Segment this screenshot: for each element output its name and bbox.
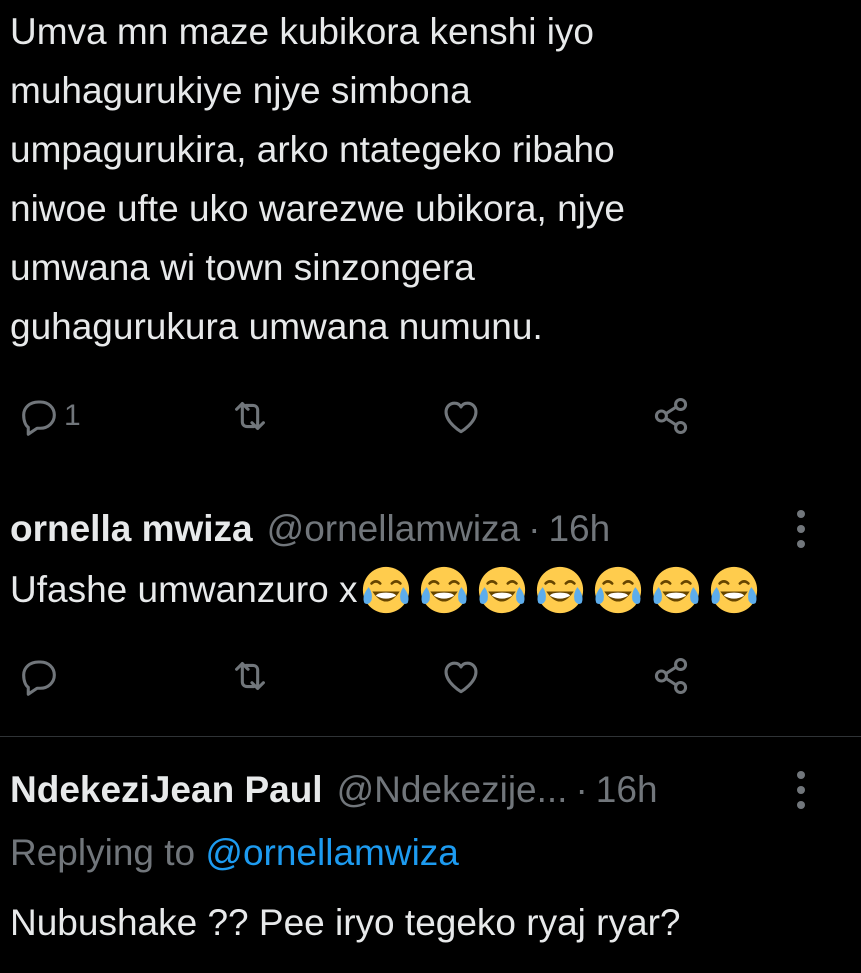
user-handle[interactable]: @Ndekezije...: [337, 769, 568, 811]
user-handle[interactable]: @ornellamwiza: [267, 508, 520, 550]
retweet-button[interactable]: [227, 646, 273, 706]
like-button[interactable]: [438, 386, 484, 446]
reply-button[interactable]: [16, 646, 62, 706]
more-options-icon[interactable]: [786, 504, 816, 554]
replying-to: Replying to @ornellamwiza: [10, 832, 459, 874]
like-icon: [444, 661, 478, 694]
tears-of-joy-emoji-icon: [594, 566, 641, 613]
tweet-text: Nubushake ?? Pee iryo tegeko ryaj ryar?: [10, 902, 681, 943]
tweet-text: Umva mn maze kubikora kenshi iyo muhagur…: [10, 11, 625, 347]
tweet-text: Ufashe umwanzuro x: [10, 569, 358, 610]
tears-of-joy-emoji-icon: [362, 566, 409, 613]
timestamp[interactable]: 16h: [548, 508, 610, 550]
separator-dot: ·: [575, 769, 588, 810]
timestamp[interactable]: 16h: [596, 769, 658, 811]
share-button[interactable]: [648, 646, 694, 706]
reply-button[interactable]: 1: [16, 386, 81, 446]
like-icon: [444, 401, 478, 434]
retweet-button[interactable]: [227, 386, 273, 446]
reply-icon: [22, 400, 56, 436]
share-button[interactable]: [648, 386, 694, 446]
retweet-icon: [235, 402, 265, 430]
more-options-icon[interactable]: [786, 765, 816, 815]
display-name[interactable]: NdekeziJean Paul: [10, 769, 323, 811]
tears-of-joy-emoji-icon: [536, 566, 583, 613]
reply-count: 1: [64, 399, 81, 432]
tweet-text-row: Ufashe umwanzuro x: [10, 560, 760, 619]
tears-of-joy-emoji-icon: [478, 566, 525, 613]
tears-of-joy-emoji-icon: [710, 566, 757, 613]
tweet-header: ornella mwiza @ornellamwiza · 16h: [10, 504, 610, 554]
mention-link[interactable]: @ornellamwiza: [205, 832, 458, 873]
divider: [0, 736, 861, 737]
tears-of-joy-emoji-icon: [652, 566, 699, 613]
separator-dot: ·: [528, 508, 541, 549]
emoji-group: [360, 564, 760, 616]
tweet-actions: 1: [0, 386, 861, 446]
replying-to-label: Replying to: [10, 832, 196, 873]
reply-icon: [22, 660, 56, 696]
share-icon: [654, 657, 688, 695]
tears-of-joy-emoji-icon: [420, 566, 467, 613]
like-button[interactable]: [438, 646, 484, 706]
display-name[interactable]: ornella mwiza: [10, 508, 253, 550]
tweet-actions: [0, 646, 861, 706]
share-icon: [654, 397, 688, 435]
tweet-header: NdekeziJean Paul @Ndekezije... · 16h: [10, 765, 658, 815]
retweet-icon: [235, 662, 265, 690]
